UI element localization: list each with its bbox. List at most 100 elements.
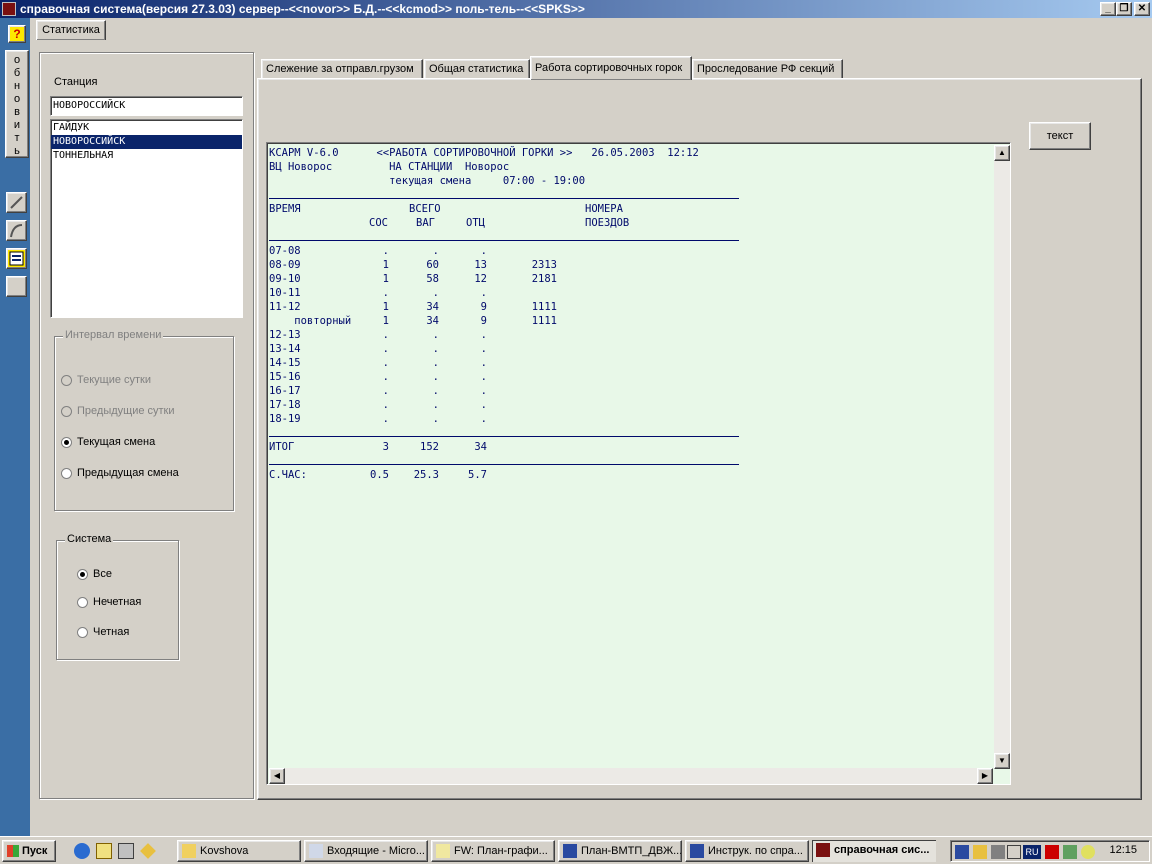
separator [269,436,739,437]
close-button[interactable]: ✕ [1134,2,1150,16]
horizontal-scrollbar[interactable]: ◀ ▶ [269,768,993,784]
radio-current-day[interactable]: Текущие сутки [61,374,151,386]
avg-label: С.ЧАС: [269,469,307,481]
task-plan[interactable]: План-ВМТП_ДВЖ... [558,840,682,862]
interval-legend: Интервал времени [63,329,164,341]
refresh-letter: т [14,132,20,144]
tray-network-icon[interactable] [991,845,1005,859]
minimize-button[interactable]: _ [1100,2,1116,16]
report-tool-button[interactable] [6,248,27,269]
task-reference-system[interactable]: справочная сис... [812,840,936,862]
radio-current-shift[interactable]: Текущая смена [61,436,155,448]
tab-shipment-tracking[interactable]: Слежение за отправл.грузом [261,59,423,79]
tool-icon[interactable] [140,843,156,859]
row-vag: 60 [426,259,439,271]
avg-otc: 5.7 [468,469,487,481]
tab-statistics[interactable]: Статистика [36,20,106,40]
station-list-item[interactable]: ГАЙДУК [51,121,242,135]
separator [269,240,739,241]
row-otc: . [480,343,487,355]
row-time: 10-11 [269,287,301,299]
tray-bulb-icon[interactable] [1081,845,1095,859]
pen-icon [10,196,23,209]
refresh-letter: н [13,80,21,92]
radio-previous-shift[interactable]: Предыдущая смена [61,467,179,479]
scroll-down-icon[interactable]: ▼ [994,753,1010,769]
app-icon-quick[interactable] [118,843,134,859]
station-list[interactable]: ГАЙДУК НОВОРОССИЙСК ТОННЕЛЬНАЯ [50,119,243,318]
antivirus-icon[interactable] [1045,845,1059,859]
row-sos: 1 [382,259,389,271]
row-vag: . [432,245,439,257]
row-time: 13-14 [269,343,301,355]
radio-circle [77,596,88,608]
vertical-scrollbar[interactable]: ▲ ▼ [994,145,1010,769]
notepad-icon[interactable] [96,843,112,859]
help-button[interactable]: ? [8,25,26,43]
col-numbers-header: НОМЕРА [585,203,623,215]
task-inbox[interactable]: Входящие - Micro... [304,840,428,862]
tray-app-icon[interactable] [955,845,969,859]
row-vag: . [432,371,439,383]
total-otc: 34 [474,441,487,453]
station-input[interactable]: НОВОРОССИЙСК [50,96,243,116]
report-view[interactable]: КСАРМ V-6.0 <<РАБОТА СОРТИРОВОЧНОЙ ГОРКИ… [266,142,1011,785]
col-otc-header: ОТЦ [466,217,485,229]
radio-even[interactable]: Четная [77,626,129,638]
radio-circle [61,405,72,417]
scroll-up-icon[interactable]: ▲ [994,145,1010,161]
row-vag: . [432,413,439,425]
radio-odd[interactable]: Нечетная [77,596,141,608]
task-instruction[interactable]: Инструк. по спра... [685,840,809,862]
row-vag: 34 [426,301,439,313]
report-text: КСАРМ V-6.0 <<РАБОТА СОРТИРОВОЧНОЙ ГОРКИ… [269,146,993,766]
col-time-header: ВРЕМЯ [269,203,301,215]
radio-previous-day[interactable]: Предыдущие сутки [61,405,175,417]
row-otc: 9 [480,301,487,313]
total-sos: 3 [382,441,389,453]
separator [269,198,739,199]
row-time: 07-08 [269,245,301,257]
speaker-icon[interactable] [1007,845,1021,859]
station-list-item-selected[interactable]: НОВОРОССИЙСК [51,135,242,149]
tab-hump-yard-work[interactable]: Работа сортировочных горок [530,56,692,80]
row-otc: . [480,357,487,369]
row-sos: . [382,385,389,397]
task-kovshova[interactable]: Kovshova [177,840,301,862]
app-icon [2,2,16,16]
row-time: 08-09 [269,259,301,271]
station-list-item[interactable]: ТОННЕЛЬНАЯ [51,149,242,163]
row-time: 16-17 [269,385,301,397]
pen-tool-button[interactable] [6,192,27,213]
tray-misc-icon[interactable] [1063,845,1077,859]
radio-all[interactable]: Все [77,568,112,580]
title-bar: справочная система(версия 27.3.03) серве… [0,0,1152,18]
scroll-left-icon[interactable]: ◀ [269,768,285,784]
row-sos: . [382,343,389,355]
blank-tool-button[interactable] [6,276,27,297]
row-train-number: 1111 [531,301,557,313]
language-indicator[interactable]: RU [1023,845,1041,859]
tray-tool-icon[interactable] [973,845,987,859]
total-vag: 152 [420,441,439,453]
refresh-button[interactable]: о б н о в и т ь [5,50,29,158]
refresh-letter: о [13,93,21,105]
text-button[interactable]: текст [1029,122,1091,150]
radio-circle [61,374,72,386]
start-button[interactable]: Пуск [2,840,56,862]
report-header-line: ВЦ Новорос НА СТАНЦИИ Новорос [269,161,510,173]
row-otc: . [480,287,487,299]
col-vag-header: ВАГ [416,217,435,229]
station-label: Станция [54,76,98,88]
maximize-button[interactable]: ❐ [1116,2,1132,16]
task-fw[interactable]: FW: План-графи... [431,840,555,862]
ie-icon[interactable] [74,843,90,859]
row-time: 17-18 [269,399,301,411]
tab-general-statistics[interactable]: Общая статистика [424,59,530,79]
row-time: 11-12 [269,301,301,313]
row-time: 18-19 [269,413,301,425]
scroll-right-icon[interactable]: ▶ [977,768,993,784]
report-header-line: текущая смена 07:00 - 19:00 [269,175,586,187]
curve-tool-button[interactable] [6,220,27,241]
tab-rf-sections[interactable]: Проследование РФ секций [692,59,843,79]
